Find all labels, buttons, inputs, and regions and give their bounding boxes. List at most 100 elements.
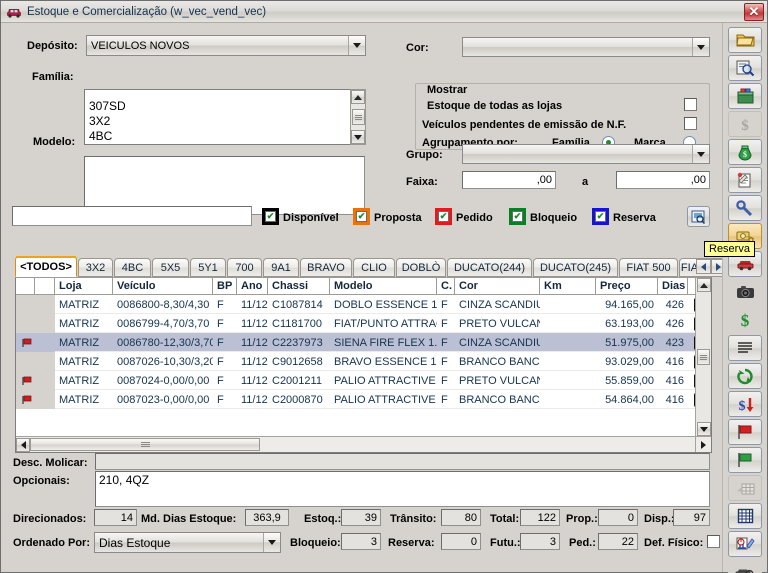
table-row[interactable]: MATRIZ 0086780-12,30/3,70 F 11/12 C2237973 SI… <box>16 333 703 352</box>
vehicles-grid[interactable]: Loja Veículo BP Ano Chassi Modelo C. Cor… <box>15 277 712 453</box>
faixa-de-input[interactable]: ,00 <box>462 171 556 189</box>
grid-scroll-left-button[interactable] <box>16 437 30 452</box>
grid-col-chassi[interactable]: Chassi <box>268 278 330 295</box>
new-document-icon-button[interactable] <box>728 167 762 193</box>
chevron-down-icon[interactable] <box>263 533 280 552</box>
tab-3x2[interactable]: 3X2 <box>78 258 113 277</box>
legend-disponivel-check[interactable] <box>262 208 279 225</box>
green-flag-icon-button[interactable] <box>728 447 762 473</box>
table-row[interactable]: MATRIZ 0087023-0,00/0,00 F 11/12 C2000870 PAL… <box>16 390 703 409</box>
cell-cor: PRETO VULCAN <box>459 317 540 330</box>
legend-pedido-check[interactable] <box>435 208 452 225</box>
scroll-track[interactable] <box>351 104 365 130</box>
tab-bravo[interactable]: BRAVO <box>300 258 352 277</box>
cell-modelo: PALIO ATTRACTIVE 1.4 4 <box>334 393 437 406</box>
grid-col-veiculo[interactable]: Veículo <box>113 278 213 295</box>
row-flag-icon <box>16 352 35 371</box>
chevron-down-icon[interactable] <box>692 145 709 163</box>
ordenado-combo[interactable]: Dias Estoque <box>94 532 281 553</box>
grid-col-modelo[interactable]: Modelo <box>330 278 437 295</box>
grid-col-ano[interactable]: Ano <box>237 278 268 295</box>
grid-icon-button[interactable] <box>728 503 762 529</box>
grid-vertical-scrollbar[interactable] <box>695 278 711 436</box>
cell-km <box>540 371 596 390</box>
estoque-todas-lojas-checkbox[interactable] <box>684 98 697 111</box>
grid-col-loja[interactable]: Loja <box>55 278 113 295</box>
money-bag-icon-button[interactable]: $ <box>728 139 762 165</box>
tab-700[interactable]: 700 <box>227 258 262 277</box>
grid-col-cor[interactable]: Cor <box>455 278 540 295</box>
list-item[interactable]: 307SD <box>85 99 364 114</box>
futu-label: Futu.: <box>490 537 521 549</box>
wrench-icon-button[interactable] <box>728 195 762 221</box>
chart-edit-icon-button[interactable] <box>728 531 762 557</box>
tab-ducato-245[interactable]: DUCATO(245) <box>533 258 618 277</box>
tab-9a1[interactable]: 9A1 <box>263 258 299 277</box>
cell-cor: BRANCO BANC <box>459 355 540 368</box>
camera-icon-button[interactable] <box>728 279 762 305</box>
familia-listbox[interactable]: 307SD 3X2 4BC <box>84 89 365 145</box>
grid-scroll-up-button[interactable] <box>696 278 711 292</box>
grid-scroll-down-button[interactable] <box>696 422 711 436</box>
def-fisico-checkbox[interactable] <box>707 535 720 548</box>
tab-ducato-244[interactable]: DUCATO(244) <box>447 258 532 277</box>
archive-box-icon-button[interactable] <box>728 83 762 109</box>
cell-km <box>540 333 596 352</box>
search-input[interactable] <box>12 206 252 226</box>
report-icon-button[interactable] <box>687 206 710 227</box>
list-item[interactable]: 3X2 <box>85 114 364 129</box>
car-search-icon-button[interactable] <box>728 559 762 573</box>
tab-doblo[interactable]: DOBLÒ <box>396 258 446 277</box>
scroll-down-button[interactable] <box>351 130 365 144</box>
chevron-down-icon[interactable] <box>692 38 709 56</box>
opcionais-input[interactable]: 210, 4QZ <box>95 471 710 507</box>
tab-4bc[interactable]: 4BC <box>114 258 151 277</box>
search-document-icon-button[interactable] <box>728 55 762 81</box>
faixa-ate-input[interactable]: ,00 <box>616 171 710 189</box>
grid-scroll-right-button[interactable] <box>695 436 711 452</box>
grid-col-blank[interactable] <box>35 278 55 295</box>
scroll-thumb[interactable] <box>351 109 365 125</box>
grid-col-bp[interactable]: BP <box>213 278 237 295</box>
tab-scroll-left-button[interactable] <box>696 259 711 274</box>
refresh-recycle-icon-button[interactable] <box>728 363 762 389</box>
list-item[interactable]: 4BC <box>85 129 364 144</box>
price-down-icon-button[interactable]: $ <box>728 391 762 417</box>
cor-combo[interactable] <box>462 37 710 57</box>
scroll-up-button[interactable] <box>351 90 365 104</box>
transito-value: 80 <box>441 509 481 526</box>
grid-scroll-track[interactable] <box>696 292 711 422</box>
table-row[interactable]: MATRIZ 0086800-8,30/4,30 F 11/12 C1087814 DOB… <box>16 295 703 314</box>
grid-horizontal-scrollbar[interactable] <box>16 436 695 452</box>
tab-fiat-500[interactable]: FIAT 500 <box>619 258 678 277</box>
futu-value: 3 <box>520 533 560 550</box>
legend-proposta-check[interactable] <box>353 208 370 225</box>
close-button[interactable]: ✕ <box>744 2 764 21</box>
grid-col-km[interactable]: Km <box>540 278 596 295</box>
tab-5y1[interactable]: 5Y1 <box>190 258 226 277</box>
dollar-green-icon-button[interactable]: $ <box>728 307 762 333</box>
grid-scroll-thumb[interactable] <box>697 349 710 365</box>
tab-todos[interactable]: <TODOS> <box>15 256 77 277</box>
grid-hscroll-thumb[interactable] <box>30 438 260 451</box>
grupo-combo[interactable] <box>462 144 710 164</box>
grid-col-flag[interactable] <box>16 278 35 295</box>
grid-col-preco[interactable]: Preço <box>596 278 658 295</box>
tab-clio[interactable]: CLIO <box>353 258 395 277</box>
legend-bloqueio-check[interactable] <box>509 208 526 225</box>
deposito-combo[interactable]: VEICULOS NOVOS <box>86 35 366 56</box>
estoq-label: Estoq.: <box>304 513 342 525</box>
chevron-down-icon[interactable] <box>348 36 365 55</box>
table-row[interactable]: MATRIZ 0087024-0,00/0,00 F 11/12 C2001211 PAL… <box>16 371 703 390</box>
table-row[interactable]: MATRIZ 0087026-10,30/3,20 F 11/12 C9012658 BR… <box>16 352 703 371</box>
red-flag-icon-button[interactable] <box>728 419 762 445</box>
list-lines-icon-button[interactable] <box>728 335 762 361</box>
row-flag-icon <box>16 333 35 352</box>
legend-reserva-check[interactable] <box>592 208 609 225</box>
familia-scrollbar[interactable] <box>350 89 366 145</box>
grid-col-c[interactable]: C. <box>437 278 455 295</box>
veiculos-pendentes-checkbox[interactable] <box>684 117 697 130</box>
open-folder-icon-button[interactable] <box>728 27 762 53</box>
table-row[interactable]: MATRIZ 0086799-4,70/3,70 F 11/12 C1181700 FIA… <box>16 314 703 333</box>
tab-5x5[interactable]: 5X5 <box>152 258 189 277</box>
